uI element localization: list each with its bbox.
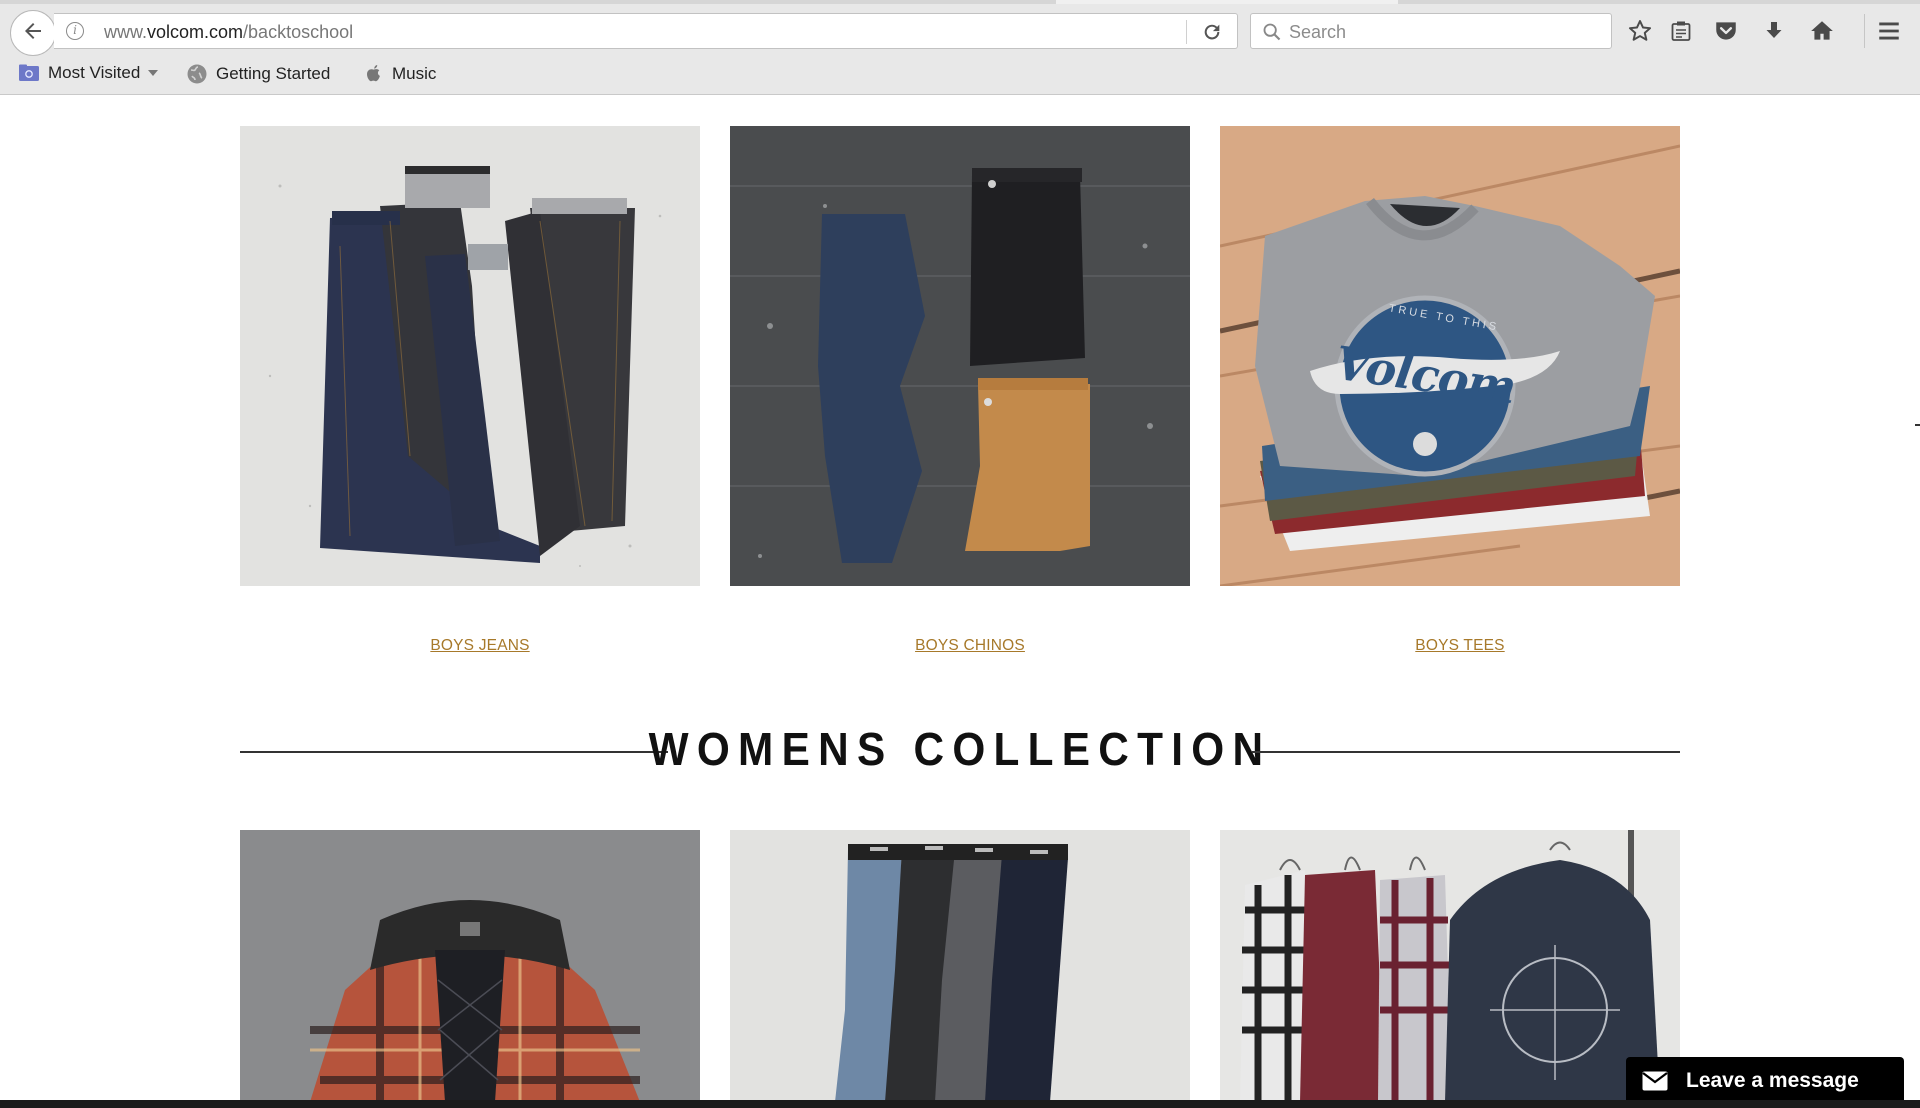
pocket-icon[interactable]	[1712, 17, 1740, 45]
url-host: volcom.com	[147, 22, 244, 42]
leave-message-button[interactable]: Leave a message	[1626, 1057, 1904, 1105]
globe-icon	[186, 63, 208, 85]
menu-icon[interactable]	[1875, 17, 1903, 45]
scroll-indicator	[1915, 424, 1920, 426]
reload-icon[interactable]	[1200, 20, 1224, 44]
folder-icon	[18, 63, 40, 83]
womens-collection-heading: WOMENS COLLECTION	[240, 722, 1680, 782]
bookmarks-bar: Most Visited Getting Started Music	[0, 60, 1920, 92]
boys-tees-link[interactable]: BOYS TEES	[1230, 637, 1690, 655]
bookmark-label: Getting Started	[216, 64, 331, 83]
bottom-edge	[0, 1100, 1920, 1108]
bookmark-star-icon[interactable]	[1626, 17, 1654, 45]
back-arrow-icon	[21, 19, 45, 48]
search-bar[interactable]: Search	[1250, 13, 1612, 49]
leave-message-label: Leave a message	[1686, 1069, 1859, 1092]
tab-strip	[0, 0, 1920, 4]
womens-jeans-image[interactable]	[730, 830, 1190, 1100]
url-path: /backtoschool	[243, 22, 354, 42]
boys-tees-image[interactable]: TRUE TO THIS Volcom	[1220, 126, 1680, 586]
envelope-icon	[1642, 1071, 1668, 1091]
page-content: TRUE TO THIS Volcom BOYS JEANS BOYS CHIN…	[0, 96, 1920, 1100]
address-bar[interactable]: i www.volcom.com/backtoschool	[54, 13, 1238, 49]
url-text[interactable]: www.volcom.com/backtoschool	[104, 22, 353, 43]
boys-chinos-link[interactable]: BOYS CHINOS	[740, 637, 1200, 655]
bookmark-label: Most Visited	[48, 63, 141, 82]
apple-icon	[364, 63, 384, 85]
boys-chinos-image[interactable]	[730, 126, 1190, 586]
browser-toolbar: i www.volcom.com/backtoschool Search Mos…	[0, 0, 1920, 95]
bookmark-music[interactable]: Music	[364, 63, 436, 85]
active-tab[interactable]	[1056, 0, 1398, 4]
bookmark-getting-started[interactable]: Getting Started	[186, 63, 330, 85]
womens-hoodies-image[interactable]	[1220, 830, 1680, 1100]
chevron-down-icon	[148, 70, 159, 76]
search-icon	[1261, 21, 1283, 43]
url-prefix: www.	[104, 22, 148, 42]
heading-rule-right	[1252, 751, 1680, 753]
search-placeholder: Search	[1289, 22, 1347, 42]
back-button[interactable]	[10, 10, 56, 56]
section-title: WOMENS COLLECTION	[648, 723, 1272, 775]
toolbar-divider	[1864, 14, 1865, 48]
bookmark-label: Music	[392, 64, 437, 83]
url-divider	[1186, 20, 1187, 44]
boys-jeans-image[interactable]	[240, 126, 700, 586]
download-icon[interactable]	[1760, 17, 1788, 45]
bookmark-most-visited[interactable]: Most Visited	[18, 63, 159, 83]
reading-list-icon[interactable]	[1667, 17, 1695, 45]
boys-jeans-link[interactable]: BOYS JEANS	[250, 637, 710, 655]
info-icon[interactable]: i	[66, 22, 84, 40]
womens-jacket-image[interactable]	[240, 830, 700, 1100]
home-icon[interactable]	[1808, 17, 1836, 45]
